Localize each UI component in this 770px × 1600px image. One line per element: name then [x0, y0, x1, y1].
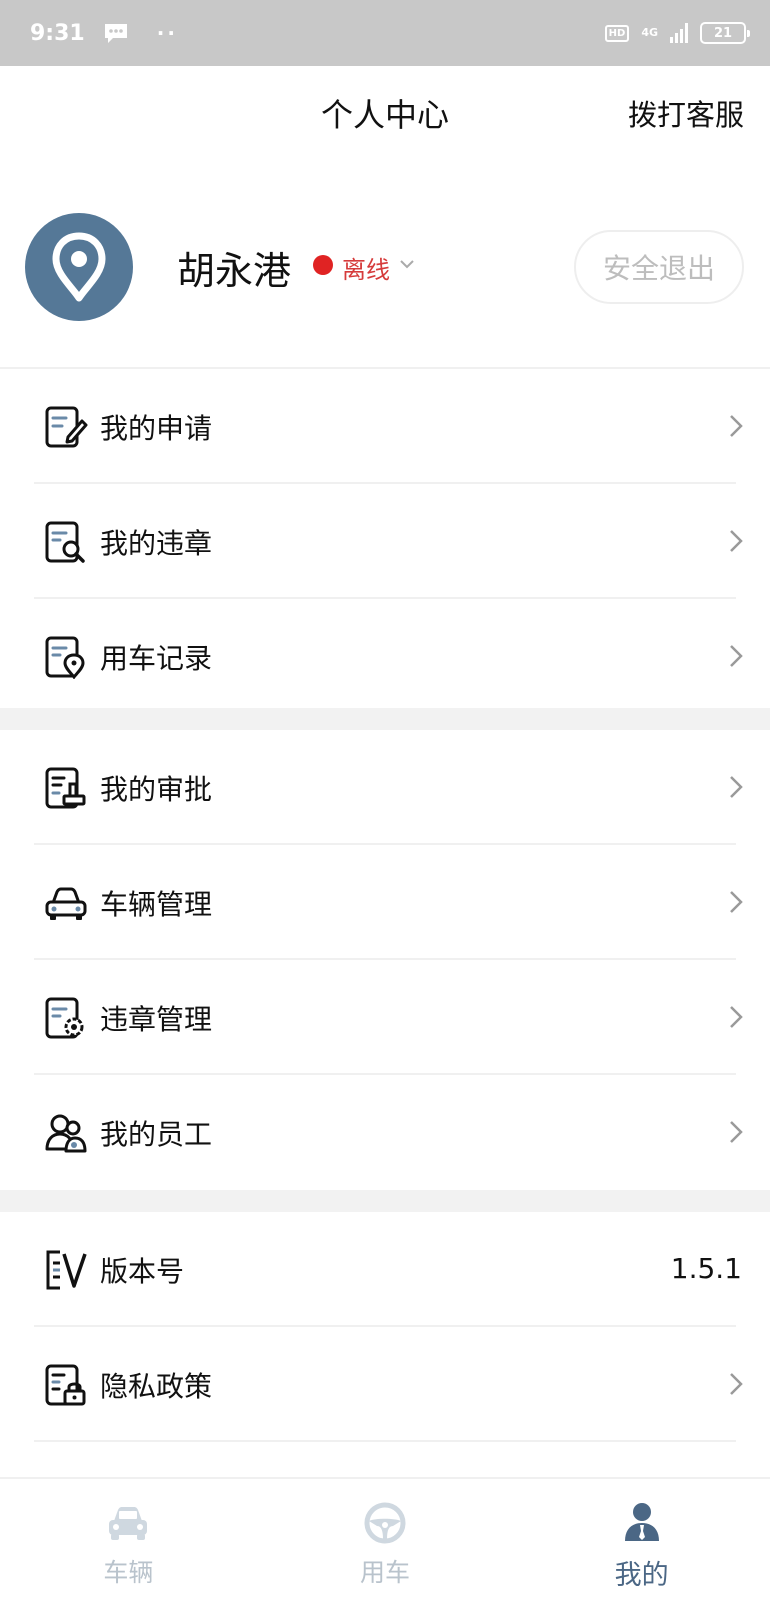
- menu-item-label: 我的违章: [100, 526, 213, 560]
- menu-item-label: 我的申请: [100, 411, 213, 445]
- hd-badge: HD: [604, 24, 630, 42]
- menu-group-management: 我的审批 车辆管理 违章管理 我的员工: [0, 730, 770, 1190]
- privacy-lock-icon: [45, 1364, 86, 1405]
- nav-tab-mine[interactable]: 我的: [513, 1479, 770, 1600]
- bottom-nav: 车辆 用车 我的: [0, 1477, 770, 1600]
- menu-item-label: 车辆管理: [100, 887, 213, 921]
- user-name: 胡永港: [177, 249, 292, 293]
- menu-item-label: 用车记录: [100, 641, 213, 675]
- menu-item-label: 版本号: [100, 1254, 185, 1288]
- battery-icon: 21: [700, 22, 750, 44]
- menu-item-label: 违章管理: [100, 1002, 213, 1036]
- status-indicators: HD 4G 21: [604, 22, 750, 44]
- app-header: 个人中心 拨打客服: [0, 66, 770, 158]
- chevron-right-icon: [730, 415, 743, 437]
- avatar[interactable]: [25, 213, 133, 321]
- status-time: 9:31: [30, 20, 85, 46]
- employees-icon: [45, 1114, 87, 1152]
- menu-item-violation-management[interactable]: 违章管理: [0, 960, 770, 1075]
- call-service-button[interactable]: 拨打客服: [628, 92, 744, 134]
- chevron-right-icon: [730, 645, 743, 667]
- menu-item-my-violations[interactable]: 我的违章: [0, 484, 770, 599]
- chevron-down-icon[interactable]: [398, 255, 416, 273]
- section-divider: [0, 708, 770, 730]
- network-type: 4G: [641, 26, 658, 39]
- chevron-right-icon: [730, 776, 743, 798]
- violation-settings-icon: [45, 997, 84, 1038]
- chevron-right-icon: [730, 1121, 743, 1143]
- status-bar: 9:31 ·· HD 4G 21: [0, 0, 770, 66]
- car-icon: [109, 1507, 148, 1540]
- nav-label: 车辆: [103, 1558, 154, 1587]
- menu-item-label: 隐私政策: [100, 1369, 213, 1403]
- chevron-right-icon: [730, 891, 743, 913]
- status-more-dots: ··: [156, 21, 178, 45]
- menu-item-my-employees[interactable]: 我的员工: [0, 1075, 770, 1190]
- section-divider: [0, 1190, 770, 1212]
- menu-item-label: 我的审批: [100, 772, 213, 806]
- logout-button[interactable]: 安全退出: [574, 230, 744, 304]
- nav-tab-use-car[interactable]: 用车: [257, 1479, 514, 1600]
- nav-tab-vehicles[interactable]: 车辆: [0, 1479, 257, 1600]
- message-icon: [104, 24, 127, 43]
- application-edit-icon: [45, 406, 88, 447]
- nav-label: 用车: [360, 1558, 411, 1587]
- menu-item-version: 版本号 1.5.1: [0, 1212, 770, 1327]
- menu-item-label: 我的员工: [100, 1117, 213, 1151]
- signal-icon: [670, 23, 688, 43]
- version-value: 1.5.1: [670, 1252, 742, 1285]
- nav-label: 我的: [614, 1560, 669, 1591]
- car-icon: [45, 887, 87, 920]
- violation-search-icon: [45, 521, 85, 563]
- version-icon: [46, 1250, 87, 1289]
- location-pin-icon: [52, 232, 106, 302]
- user-icon: [624, 1503, 659, 1541]
- menu-item-vehicle-management[interactable]: 车辆管理: [0, 845, 770, 960]
- status-dot: [313, 255, 333, 275]
- approval-stamp-icon: [45, 767, 86, 808]
- chevron-right-icon: [730, 1006, 743, 1028]
- menu-group-about: 版本号 1.5.1 隐私政策: [0, 1212, 770, 1442]
- menu-item-usage-records[interactable]: 用车记录: [0, 599, 770, 714]
- online-status-toggle[interactable]: 离线: [342, 250, 390, 285]
- menu-item-privacy-policy[interactable]: 隐私政策: [0, 1327, 770, 1442]
- chevron-right-icon: [730, 1373, 743, 1395]
- menu-item-my-applications[interactable]: 我的申请: [0, 369, 770, 484]
- steering-wheel-icon: [364, 1502, 406, 1544]
- menu-item-my-approvals[interactable]: 我的审批: [0, 730, 770, 845]
- menu-group-personal: 我的申请 我的违章 用车记录: [0, 369, 770, 714]
- usage-record-location-icon: [45, 636, 85, 679]
- chevron-right-icon: [730, 530, 743, 552]
- profile-section: 胡永港 离线 安全退出: [0, 158, 770, 376]
- battery-level: 21: [713, 25, 733, 41]
